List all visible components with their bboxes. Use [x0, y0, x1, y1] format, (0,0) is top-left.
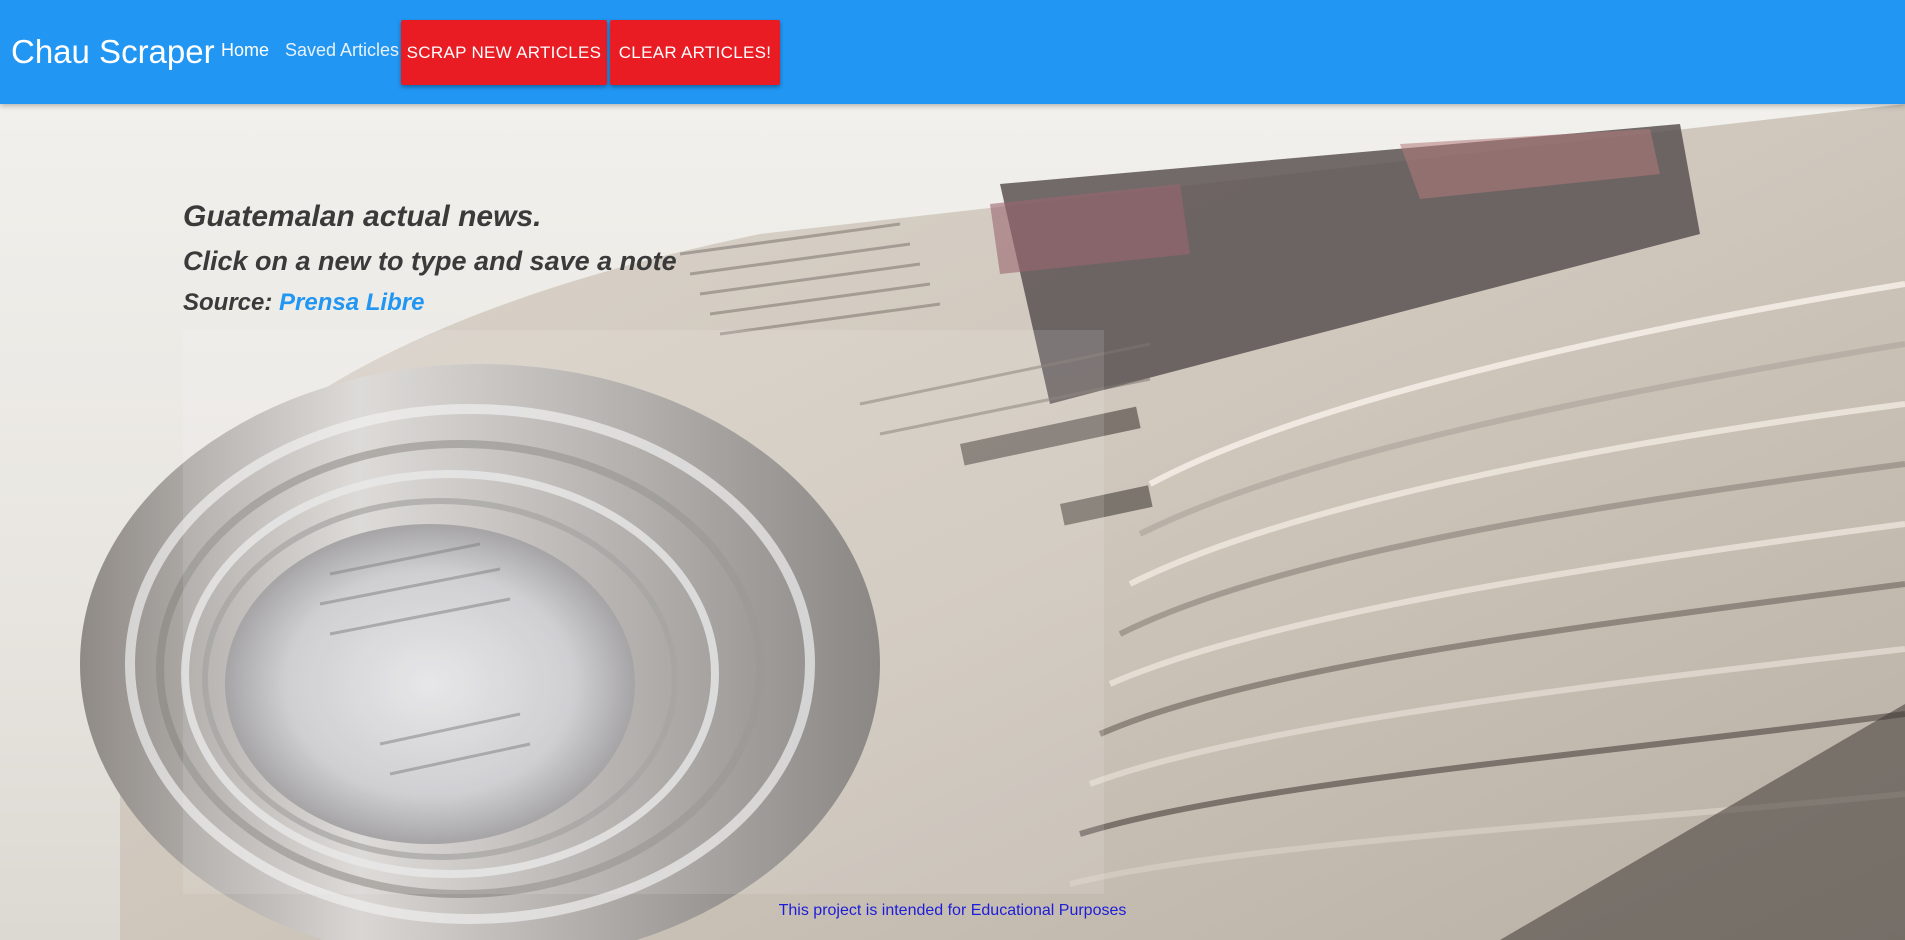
footer-note: This project is intended for Educational…	[778, 902, 1127, 919]
source-link[interactable]: Prensa Libre	[279, 289, 424, 316]
hero-text-block: Guatemalan actual news. Click on a new t…	[183, 196, 677, 322]
articles-container	[183, 330, 1104, 894]
nav-saved-articles-link[interactable]: Saved Articles	[285, 40, 399, 61]
page-subheadline: Click on a new to type and save a note	[183, 246, 677, 276]
source-line: Source: Prensa Libre	[183, 284, 677, 322]
brand-logo[interactable]: Chau Scraper	[11, 33, 215, 71]
clear-articles-button[interactable]: CLEAR ARTICLES!	[610, 20, 780, 85]
top-navbar: Chau Scraper Home Saved Articles SCRAP N…	[0, 0, 1905, 104]
page-headline: Guatemalan actual news.	[183, 200, 542, 233]
source-label: Source:	[183, 289, 273, 316]
nav-home-link[interactable]: Home	[221, 40, 269, 61]
scrape-articles-button[interactable]: SCRAP NEW ARTICLES	[401, 20, 607, 85]
